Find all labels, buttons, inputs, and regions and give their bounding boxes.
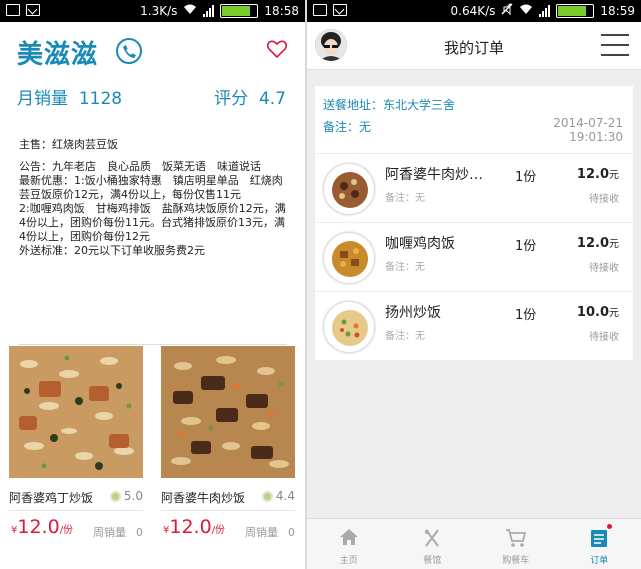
- home-icon: [339, 528, 359, 549]
- my-orders-screen: 0.64K/s 18:59 我的订单 送餐地址：东北大学三舍 备注：无 2014…: [307, 0, 641, 569]
- dish-price: ¥12.0/份: [11, 516, 74, 538]
- mail-icon: [333, 4, 347, 16]
- item-status: 待接收: [589, 263, 619, 274]
- weekly-sales: 周销量 0: [245, 526, 295, 539]
- order-item[interactable]: 咖喱鸡肉饭 备注：无 1份 12.0元 待接收: [315, 222, 633, 291]
- mute-icon: [501, 2, 513, 18]
- shop-rating: 评分 4.7: [214, 89, 286, 109]
- dish-photo: [323, 301, 375, 353]
- cart-icon: [505, 528, 527, 551]
- delivery-address: 送餐地址：东北大学三舍: [323, 98, 456, 112]
- shop-name: 美滋滋: [17, 40, 99, 70]
- divider: [161, 510, 295, 511]
- restaurant-icon: [422, 528, 442, 551]
- divider: [9, 510, 143, 511]
- order-card[interactable]: 送餐地址：东北大学三舍 备注：无 2014-07-21 19:01:30 阿香婆…: [315, 86, 633, 360]
- dish-name: 阿香婆牛肉炒饭: [161, 491, 246, 505]
- item-note: 备注：无: [385, 331, 425, 342]
- menu-icon[interactable]: [601, 34, 629, 56]
- notification-icon: [6, 4, 20, 16]
- item-quantity: 1份: [515, 170, 537, 185]
- item-note: 备注：无: [385, 193, 425, 204]
- notification-badge: [607, 524, 613, 529]
- item-price: 10.0元: [576, 305, 619, 320]
- divider: [18, 344, 287, 345]
- phone-icon[interactable]: [116, 38, 142, 64]
- item-name: 扬州炒饭: [385, 305, 441, 321]
- dish-card[interactable]: 阿香婆牛肉炒饭 4.4 ¥12.0/份 周销量 0: [161, 346, 295, 569]
- battery-icon: [556, 3, 595, 18]
- dish-score: 4.4: [261, 489, 295, 503]
- tab-cart[interactable]: 购餐车: [474, 519, 558, 569]
- item-name: 咖喱鸡肉饭: [385, 236, 455, 252]
- item-quantity: 1份: [515, 239, 537, 254]
- page-title: 我的订单: [443, 39, 504, 57]
- shop-notice: 公告：九年老店 良心品质 饭菜无语 味道说话 最新优惠：1:饭小桶独家特惠 镇店…: [19, 160, 286, 257]
- dish-photo: [323, 232, 375, 284]
- score-icon: [261, 490, 273, 502]
- tab-restaurant[interactable]: 餐馆: [391, 519, 475, 569]
- mail-icon: [26, 4, 40, 16]
- signal-icon: [539, 4, 551, 17]
- order-item[interactable]: 阿香婆牛肉炒… 备注：无 1份 12.0元 待接收: [315, 153, 633, 222]
- item-note: 备注：无: [385, 262, 425, 273]
- shop-detail-screen: 1.3K/s 18:58 美滋滋 月销量 1128 评分 4.7 主售：红烧肉芸…: [0, 0, 305, 569]
- wifi-icon: [183, 3, 197, 18]
- tab-home[interactable]: 主页: [307, 519, 391, 569]
- order-item[interactable]: 扬州炒饭 备注：无 1份 10.0元 待接收: [315, 291, 633, 360]
- monthly-sales: 月销量 1128: [17, 89, 123, 109]
- dish-photo: [9, 346, 143, 478]
- dish-photo: [323, 163, 375, 215]
- item-price: 12.0元: [576, 167, 619, 182]
- shop-description: 主售：红烧肉芸豆饭 公告：九年老店 良心品质 饭菜无语 味道说话 最新优惠：1:…: [0, 118, 305, 318]
- wifi-icon: [519, 3, 533, 18]
- status-bar: 1.3K/s 18:58: [0, 0, 305, 22]
- dish-card[interactable]: 阿香婆鸡丁炒饭 5.0 ¥12.0/份 周销量 0: [9, 346, 143, 569]
- item-name: 阿香婆牛肉炒…: [385, 167, 483, 183]
- item-status: 待接收: [589, 332, 619, 343]
- dish-name: 阿香婆鸡丁炒饭: [9, 491, 94, 505]
- tab-orders[interactable]: 订单: [558, 519, 641, 569]
- battery-icon: [220, 3, 259, 18]
- main-item: 主售：红烧肉芸豆饭: [19, 138, 118, 151]
- status-bar: 0.64K/s 18:59: [307, 0, 641, 22]
- item-price: 12.0元: [576, 236, 619, 251]
- orders-icon: [590, 528, 608, 551]
- item-status: 待接收: [589, 194, 619, 205]
- notification-icon: [313, 4, 327, 16]
- signal-icon: [203, 4, 215, 17]
- dish-score: 5.0: [109, 489, 143, 503]
- clock: 18:58: [264, 3, 299, 18]
- bottom-tab-bar: 主页 餐馆 购餐车 订单: [307, 518, 641, 569]
- network-speed: 0.64K/s: [450, 3, 496, 18]
- score-icon: [109, 490, 121, 502]
- favorite-heart-icon[interactable]: [266, 40, 288, 62]
- network-speed: 1.3K/s: [140, 3, 178, 18]
- clock: 18:59: [600, 3, 635, 18]
- dish-price: ¥12.0/份: [163, 516, 226, 538]
- item-quantity: 1份: [515, 308, 537, 323]
- weekly-sales: 周销量 0: [93, 526, 143, 539]
- order-remark: 备注：无: [323, 120, 372, 134]
- order-datetime: 2014-07-21 19:01:30: [553, 116, 623, 144]
- dish-photo: [161, 346, 295, 478]
